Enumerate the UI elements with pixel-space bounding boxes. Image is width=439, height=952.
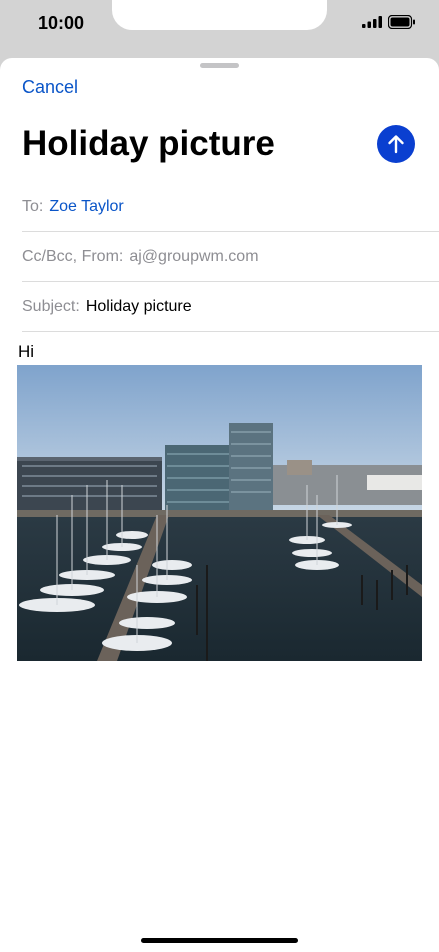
- status-bar: 10:00: [0, 0, 439, 58]
- cellular-signal-icon: [362, 16, 382, 28]
- notch: [112, 0, 327, 30]
- subject-label: Subject:: [22, 297, 80, 315]
- subject-field[interactable]: Subject: Holiday picture: [22, 282, 439, 332]
- home-indicator[interactable]: [141, 938, 298, 943]
- sheet-grabber[interactable]: [200, 63, 239, 68]
- status-time: 10:00: [38, 13, 85, 33]
- to-recipient[interactable]: Zoe Taylor: [49, 198, 123, 216]
- subject-input[interactable]: Holiday picture: [86, 298, 192, 316]
- marina-photo: [17, 365, 422, 661]
- battery-full-icon: [388, 15, 415, 29]
- attached-photo[interactable]: [17, 365, 422, 661]
- from-address: aj@groupwm.com: [129, 247, 259, 265]
- message-body-text[interactable]: Hi: [18, 342, 34, 362]
- compose-title: Holiday picture: [22, 124, 275, 163]
- ccbcc-from-label: Cc/Bcc, From:: [22, 247, 124, 265]
- arrow-up-icon: [388, 135, 404, 154]
- to-field[interactable]: To: Zoe Taylor: [22, 182, 439, 232]
- ccbcc-from-field[interactable]: Cc/Bcc, From: aj@groupwm.com: [22, 232, 439, 282]
- send-button[interactable]: [377, 125, 415, 163]
- compose-sheet: Cancel Holiday picture To: Zoe Taylor Cc…: [0, 58, 439, 952]
- cancel-button[interactable]: Cancel: [22, 77, 78, 98]
- to-label: To:: [22, 197, 44, 215]
